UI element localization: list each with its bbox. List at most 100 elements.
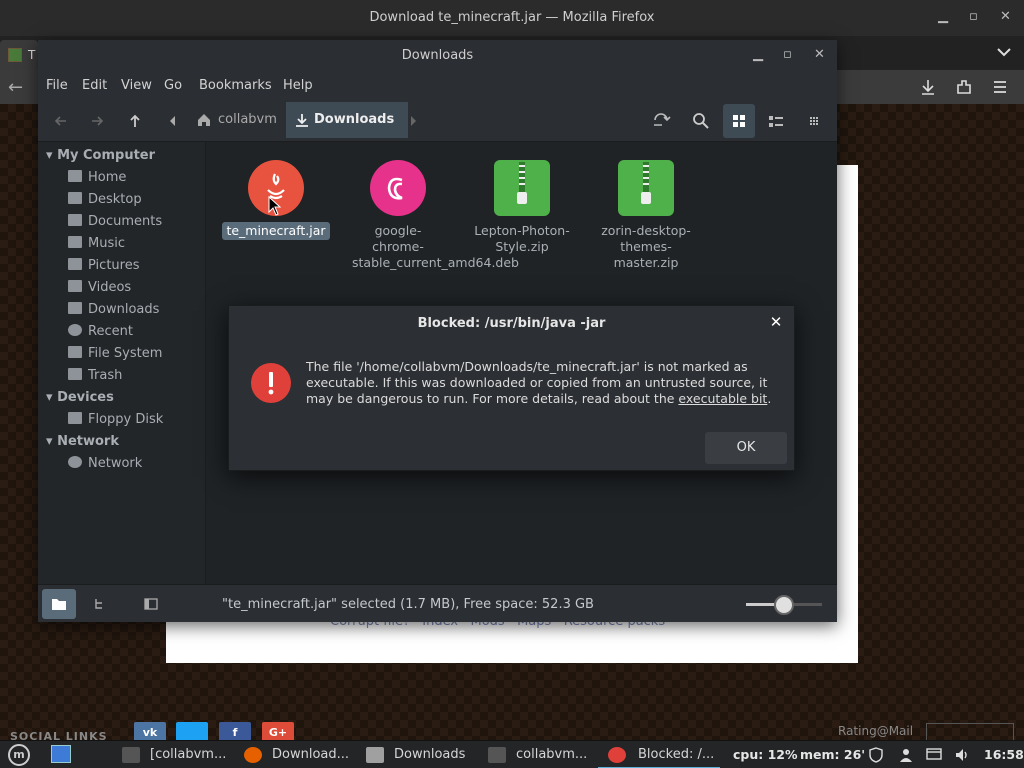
sidebar-item-floppy-disk[interactable]: Floppy Disk <box>68 412 163 427</box>
compact-view-button[interactable] <box>798 104 830 138</box>
list-icon <box>769 116 783 127</box>
sidebar-item-label: Documents <box>88 214 163 229</box>
minimize-button[interactable]: ▁ <box>753 47 763 62</box>
extensions-icon[interactable] <box>954 77 974 97</box>
sidebar-section-my-computer[interactable]: ▾ My Computer <box>46 148 155 163</box>
menu-view[interactable]: View <box>121 78 152 93</box>
pictures-icon <box>68 258 82 270</box>
window-title: Download te_minecraft.jar — Mozilla Fire… <box>369 10 655 25</box>
sidebar-item-trash[interactable]: Trash <box>68 368 122 383</box>
task-downloads[interactable]: Downloads <box>362 741 474 768</box>
hide-sidebar-button[interactable] <box>134 589 168 619</box>
breadcrumb-collabvm[interactable]: collabvm <box>190 102 280 138</box>
menu-bookmarks[interactable]: Bookmarks <box>199 78 272 93</box>
sidebar-item-documents[interactable]: Documents <box>68 214 162 229</box>
file-manager-titlebar: Downloads ▁ ▫ ✕ <box>38 40 837 72</box>
download-icon[interactable] <box>918 77 938 97</box>
menu-edit[interactable]: Edit <box>82 78 107 93</box>
user-icon[interactable] <box>898 747 914 763</box>
section-title: Devices <box>57 390 114 405</box>
task-label: Download... <box>272 747 350 762</box>
menu-file[interactable]: File <box>46 78 68 93</box>
section-title: Network <box>57 434 119 449</box>
executable-bit-link[interactable]: executable bit <box>678 391 767 406</box>
minimize-button[interactable]: ▁ <box>938 9 948 24</box>
browser-tab[interactable]: T <box>0 40 38 70</box>
menu-go[interactable]: Go <box>164 78 182 93</box>
sidebar-item-pictures[interactable]: Pictures <box>68 258 139 273</box>
sidebar-item-videos[interactable]: Videos <box>68 280 131 295</box>
zip-icon <box>618 160 674 216</box>
task-terminal-2[interactable]: collabvm... <box>484 741 590 768</box>
file-zorin-desktop-themes-zip[interactable]: zorin-desktop-themes-master.zip <box>591 160 701 272</box>
sidebar-item-downloads[interactable]: Downloads <box>68 302 159 317</box>
clock[interactable]: 16:58 <box>984 747 1024 762</box>
sidebar-section-network[interactable]: ▾ Network <box>46 434 119 449</box>
chevron-down-icon[interactable] <box>994 42 1014 62</box>
compact-grid-icon <box>810 117 818 125</box>
sidebar-item-desktop[interactable]: Desktop <box>68 192 142 207</box>
sidebar-section-devices[interactable]: ▾ Devices <box>46 390 114 405</box>
tree-icon <box>95 599 102 609</box>
sidebar-item-music[interactable]: Music <box>68 236 125 251</box>
debian-icon <box>370 160 426 216</box>
section-title: My Computer <box>57 148 156 163</box>
toggle-location-icon[interactable] <box>648 108 674 134</box>
firefox-icon <box>244 747 262 763</box>
error-icon <box>251 363 291 403</box>
back-icon[interactable] <box>48 108 74 134</box>
statusbar: "te_minecraft.jar" selected (1.7 MB), Fr… <box>38 584 837 622</box>
rating-counter[interactable]: Rating@Mail <box>838 724 913 738</box>
sidebar-item-recent[interactable]: Recent <box>68 324 133 339</box>
task-firefox[interactable]: Download... <box>240 741 354 768</box>
task-blocked-dialog[interactable]: Blocked: /... <box>598 741 720 768</box>
file-manager-title: Downloads <box>401 48 474 63</box>
sidebar-item-label: File System <box>88 346 163 361</box>
sidebar-item-file-system[interactable]: File System <box>68 346 162 361</box>
sidebar-item-network[interactable]: Network <box>68 456 142 471</box>
maximize-button[interactable]: ▫ <box>783 47 792 62</box>
sidebar: ▾ My Computer Home Desktop Documents Mus… <box>38 142 206 584</box>
icon-view-button[interactable] <box>723 104 755 138</box>
close-button[interactable]: ✕ <box>1000 9 1011 24</box>
file-google-chrome-deb[interactable]: google-chrome-stable_current_amd64.deb <box>343 160 519 272</box>
search-icon[interactable] <box>688 108 714 134</box>
sidebar-item-label: Videos <box>88 280 132 295</box>
breadcrumb-right-icon[interactable] <box>400 108 426 134</box>
sidebar-item-label: Network <box>88 456 143 471</box>
firefox-titlebar: Download te_minecraft.jar — Mozilla Fire… <box>0 0 1024 36</box>
breadcrumb-downloads[interactable]: Downloads <box>286 102 409 138</box>
forward-icon[interactable] <box>84 108 110 134</box>
volume-icon[interactable] <box>954 747 970 763</box>
show-treeview-button[interactable] <box>82 589 116 619</box>
breadcrumb-left-icon[interactable] <box>160 108 186 134</box>
show-places-button[interactable] <box>42 589 76 619</box>
mouse-cursor-icon <box>268 196 282 216</box>
menubar: File Edit View Go Bookmarks Help <box>38 72 837 100</box>
close-icon[interactable]: ✕ <box>768 314 784 330</box>
maximize-button[interactable]: ▫ <box>969 9 978 24</box>
sidebar-item-label: Music <box>88 236 125 251</box>
ok-button[interactable]: OK <box>705 432 787 464</box>
zoom-slider-knob[interactable] <box>774 595 794 615</box>
sidebar-item-label: Floppy Disk <box>88 412 164 427</box>
shield-icon[interactable] <box>868 747 884 763</box>
show-desktop-icon[interactable] <box>51 745 71 763</box>
list-view-button[interactable] <box>760 104 792 138</box>
menu-help[interactable]: Help <box>283 78 313 93</box>
task-label: Downloads <box>394 747 466 762</box>
menu-icon[interactable] <box>990 77 1010 97</box>
dialog-title: Blocked: /usr/bin/java -jar <box>417 316 606 331</box>
task-terminal-1[interactable]: [collabvm... <box>118 741 230 768</box>
task-label: [collabvm... <box>150 747 227 762</box>
sidebar-item-home[interactable]: Home <box>68 170 126 185</box>
file-lepton-photon-style-zip[interactable]: Lepton-Photon-Style.zip <box>467 160 577 256</box>
download-icon <box>296 114 308 127</box>
back-arrow-icon[interactable]: ← <box>8 77 30 98</box>
display-icon[interactable] <box>926 747 942 763</box>
dialog-message: The file '/home/collabvm/Downloads/te_mi… <box>306 359 786 407</box>
breadcrumb-label: collabvm <box>218 112 277 127</box>
up-icon[interactable] <box>122 108 148 134</box>
close-button[interactable]: ✕ <box>814 47 825 62</box>
mint-menu-icon[interactable]: m <box>8 744 30 766</box>
